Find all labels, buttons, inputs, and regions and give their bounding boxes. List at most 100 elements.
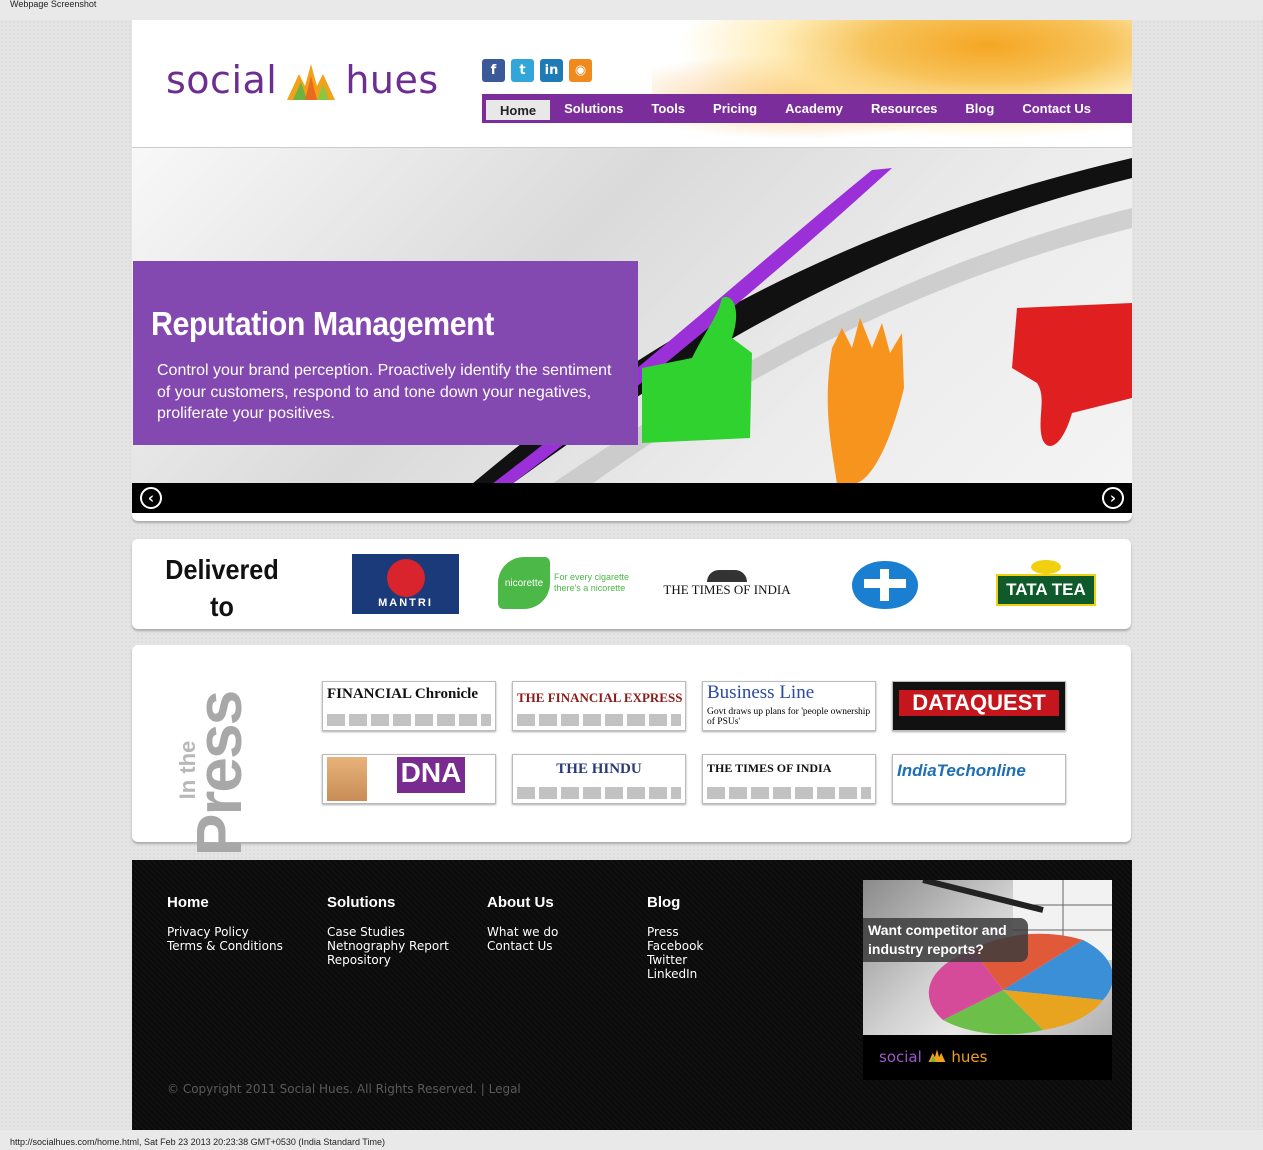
- nav-item-solutions[interactable]: Solutions: [550, 101, 637, 116]
- capture-info: http://socialhues.com/home.html, Sat Feb…: [10, 1137, 385, 1147]
- press-heading: Press In the: [175, 667, 266, 856]
- clients-heading-line1: Delivered: [165, 554, 279, 585]
- slider-prev-icon[interactable]: ‹: [140, 487, 162, 509]
- press-clip-text-lines: [707, 787, 871, 799]
- press-heading-top: In the: [175, 740, 200, 800]
- footer-link[interactable]: Netnography Report: [327, 939, 449, 953]
- clients-panel: Delivered to MANTRI nicorette For every …: [132, 539, 1131, 629]
- press-clip-dataquest[interactable]: DATAQUEST: [892, 681, 1066, 731]
- press-clip-indiatech-online[interactable]: IndiaTechonline: [892, 754, 1066, 804]
- twitter-icon[interactable]: t: [511, 59, 534, 82]
- linkedin-icon[interactable]: in: [540, 59, 563, 82]
- press-clip-headline: Govt draws up plans for 'people ownershi…: [707, 707, 871, 727]
- hero-description: Control your brand perception. Proactive…: [157, 362, 612, 422]
- open-hand-icon: [827, 318, 904, 484]
- site-header: social hues f t in ◉ Home Solutions Tools Pric…: [132, 20, 1132, 147]
- copyright-text: © Copyright 2011 Social Hues. All Rights…: [167, 1082, 521, 1096]
- rss-icon[interactable]: ◉: [569, 59, 592, 82]
- client-logo-cp: [850, 559, 920, 611]
- footer-link[interactable]: Facebook: [647, 939, 703, 953]
- reports-promo-logo: social hues: [879, 1048, 987, 1066]
- press-clip-title: THE TIMES OF INDIA: [707, 761, 832, 775]
- press-clip-financial-chronicle[interactable]: FINANCIAL Chronicle: [322, 681, 496, 731]
- press-clip-the-hindu[interactable]: THE HINDU: [512, 754, 686, 804]
- footer-heading[interactable]: Home: [167, 894, 283, 911]
- nav-item-home[interactable]: Home: [486, 99, 551, 120]
- social-links: f t in ◉: [482, 59, 592, 82]
- logo-word-hues: hues: [345, 58, 439, 102]
- reports-promo[interactable]: Want competitor and industry reports? so…: [863, 880, 1112, 1080]
- footer-link[interactable]: Press: [647, 925, 703, 939]
- press-clip-text-lines: [517, 714, 681, 726]
- nav-item-contact-us[interactable]: Contact Us: [1008, 101, 1105, 116]
- promo-logo-word-social: social: [879, 1048, 922, 1066]
- slider-next-icon[interactable]: ›: [1102, 487, 1124, 509]
- client-logo-nicorette: nicorette For every cigarette there's a …: [496, 557, 636, 609]
- client-label: nicorette: [498, 557, 550, 609]
- press-panel: Press In the FINANCIAL Chronicle THE FIN…: [132, 645, 1131, 856]
- hero-slider: Reputation Management Control your brand…: [132, 147, 1132, 484]
- press-clip-title: DNA: [397, 757, 465, 793]
- tata-leaf-icon: [1031, 560, 1061, 574]
- paint-splash-decoration: [652, 20, 1132, 147]
- reports-promo-line2: industry reports?: [868, 941, 984, 957]
- clients-heading: Delivered to: [150, 551, 294, 625]
- nav-item-tools[interactable]: Tools: [637, 101, 699, 116]
- footer-link[interactable]: LinkedIn: [647, 967, 703, 981]
- site-logo[interactable]: social hues: [166, 58, 439, 102]
- client-logo-mantri: MANTRI: [352, 554, 459, 614]
- footer-column-home: Home Privacy Policy Terms & Conditions: [167, 894, 283, 953]
- mantri-emblem-icon: [386, 559, 425, 597]
- times-emblem-icon: [707, 570, 747, 582]
- client-label: THE TIMES OF INDIA: [663, 582, 791, 597]
- press-clip-financial-express[interactable]: THE FINANCIAL EXPRESS: [512, 681, 686, 731]
- promo-logo-mountains-icon: [928, 1049, 945, 1062]
- nav-item-academy[interactable]: Academy: [771, 101, 857, 116]
- footer-heading[interactable]: Blog: [647, 894, 703, 911]
- cp-emblem-icon: [852, 561, 918, 609]
- nicorette-tagline: For every cigarette there's a nicorette: [554, 572, 630, 593]
- slider-controls: ‹ ›: [132, 483, 1132, 513]
- press-clip-title: DATAQUEST: [899, 690, 1059, 716]
- reports-promo-question: Want competitor and industry reports?: [863, 918, 1028, 962]
- hero-title: Reputation Management: [151, 305, 494, 342]
- thumbs-down-hand-icon: [1012, 303, 1132, 446]
- client-logo-times-of-india: THE TIMES OF INDIA: [652, 567, 802, 601]
- press-clip-dna[interactable]: DNA: [322, 754, 496, 804]
- footer-link[interactable]: Contact Us: [487, 939, 558, 953]
- press-clip-text-lines: [517, 787, 681, 799]
- nav-item-resources[interactable]: Resources: [857, 101, 951, 116]
- press-clip-title: Business Line: [707, 682, 815, 703]
- main-nav: Home Solutions Tools Pricing Academy Resource…: [482, 94, 1132, 123]
- facebook-icon[interactable]: f: [482, 59, 505, 82]
- footer-column-blog: Blog Press Facebook Twitter LinkedIn: [647, 894, 703, 981]
- promo-logo-word-hues: hues: [951, 1048, 988, 1066]
- footer-link[interactable]: Twitter: [647, 953, 703, 967]
- footer-link[interactable]: What we do: [487, 925, 558, 939]
- footer-link[interactable]: Privacy Policy: [167, 925, 283, 939]
- footer-link[interactable]: Case Studies: [327, 925, 449, 939]
- reports-promo-line1: Want competitor and: [868, 922, 1007, 938]
- hero-caption-box: Reputation Management Control your brand…: [133, 261, 638, 445]
- footer-column-solutions: Solutions Case Studies Netnography Report R…: [327, 894, 449, 967]
- press-clip-title: FINANCIAL Chronicle: [327, 686, 478, 702]
- site-footer: Home Privacy Policy Terms & Conditions Solu…: [132, 860, 1132, 1130]
- nav-item-pricing[interactable]: Pricing: [699, 101, 771, 116]
- press-clip-business-line[interactable]: Business Line Govt draws up plans for 'p…: [702, 681, 876, 731]
- client-logo-tata-tea: TATA TEA: [992, 557, 1100, 609]
- footer-link[interactable]: Terms & Conditions: [167, 939, 283, 953]
- press-clip-photo: [327, 757, 367, 801]
- press-clip-text-lines: [327, 714, 491, 726]
- hero-bottom-edge: [132, 513, 1132, 521]
- footer-link[interactable]: Repository: [327, 953, 449, 967]
- footer-heading[interactable]: About Us: [487, 894, 558, 911]
- logo-mountains-icon: [287, 64, 336, 100]
- nav-item-blog[interactable]: Blog: [951, 101, 1008, 116]
- press-clip-title: THE FINANCIAL EXPRESS: [517, 690, 683, 705]
- press-clip-times-of-india[interactable]: THE TIMES OF INDIA: [702, 754, 876, 804]
- footer-heading[interactable]: Solutions: [327, 894, 449, 911]
- clients-heading-line2: to: [210, 591, 234, 622]
- logo-word-social: social: [166, 58, 278, 102]
- press-clip-title: THE HINDU: [556, 761, 642, 777]
- press-clip-title: IndiaTechonline: [897, 761, 1026, 780]
